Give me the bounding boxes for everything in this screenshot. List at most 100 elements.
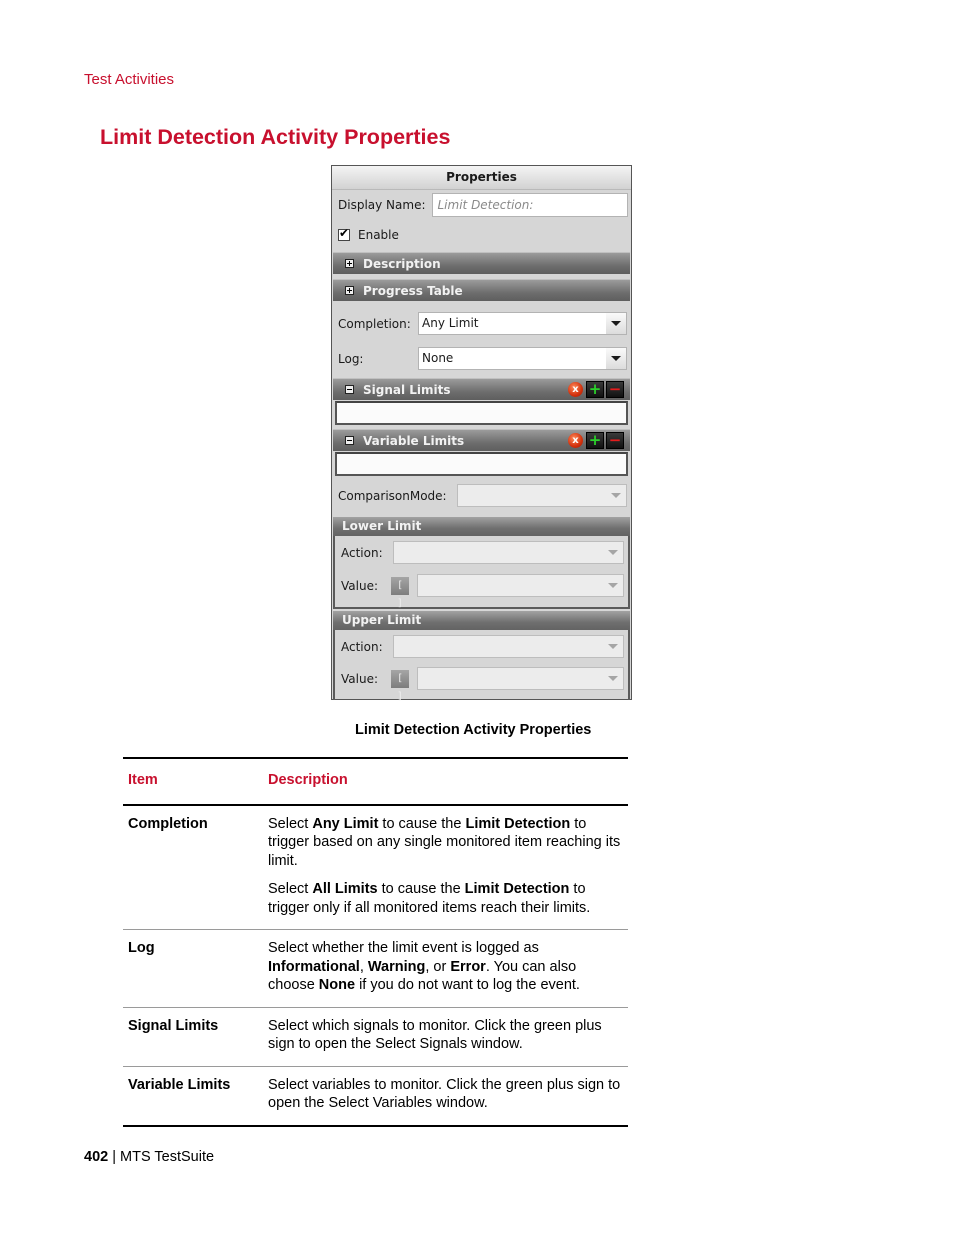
progress-table-section-label: Progress Table — [363, 283, 463, 298]
emphasized-term: All Limits — [312, 881, 378, 897]
lower-action-row: Action: — [341, 541, 624, 564]
emphasized-term: Limit Detection — [465, 815, 571, 832]
completion-value: Any Limit — [422, 316, 479, 330]
delete-icon[interactable]: x — [568, 382, 583, 397]
upper-value-row: Value: [ ] — [341, 667, 624, 702]
comparison-mode-select[interactable] — [457, 484, 627, 507]
row-description: Select variables to monitor. Click the g… — [263, 1066, 628, 1127]
log-select[interactable]: None — [418, 347, 627, 370]
expand-icon[interactable] — [345, 259, 354, 268]
expand-icon[interactable] — [345, 286, 354, 295]
upper-action-select[interactable] — [393, 635, 624, 658]
remove-signal-button[interactable]: − — [606, 381, 624, 398]
upper-action-label: Action: — [341, 639, 383, 654]
panel-header: Properties — [332, 166, 631, 190]
variable-limits-list[interactable] — [335, 452, 628, 476]
chevron-down-icon[interactable] — [606, 313, 626, 334]
add-variable-button[interactable]: + — [586, 432, 604, 449]
description-text: , — [359, 958, 368, 975]
emphasized-term: Informational — [268, 958, 360, 975]
lower-value-label: Value: — [341, 578, 378, 593]
completion-select[interactable]: Any Limit — [418, 312, 627, 335]
log-row: Log: None — [338, 347, 627, 370]
table-row: Log Select whether the limit event is log… — [123, 929, 628, 1008]
description-paragraph: Select which signals to monitor. Click t… — [268, 1017, 623, 1054]
completion-label: Completion: — [338, 316, 411, 331]
lower-value-row: Value: [ ] — [341, 574, 624, 609]
emphasized-term: Warning — [367, 958, 426, 975]
description-section-label: Description — [363, 256, 441, 271]
column-header-description: Description — [263, 757, 628, 806]
page-number: 402 — [84, 1149, 109, 1165]
add-signal-button[interactable]: + — [586, 381, 604, 398]
emphasized-term: Any Limit — [312, 815, 379, 832]
enable-checkbox[interactable] — [338, 226, 350, 241]
table-body: Completion Select Any Limit to cause the … — [123, 804, 628, 1127]
chevron-down-icon[interactable] — [603, 575, 623, 596]
row-item: Log — [123, 929, 263, 1008]
section-title: Limit Detection Activity Properties — [100, 125, 451, 149]
collapse-icon[interactable] — [345, 385, 354, 394]
chevron-down-icon[interactable] — [603, 542, 623, 563]
description-section-header[interactable]: Description — [333, 252, 630, 274]
row-description: Select which signals to monitor. Click t… — [263, 1007, 628, 1067]
chevron-down-icon[interactable] — [603, 636, 623, 657]
log-label: Log: — [338, 351, 364, 366]
emphasized-term: Error — [450, 958, 486, 975]
remove-variable-button[interactable]: − — [606, 432, 624, 449]
description-text: if you do not want to log the event. — [355, 977, 580, 993]
upper-action-row: Action: — [341, 635, 624, 658]
description-text: to cause the — [377, 881, 465, 897]
variable-selector-icon[interactable]: [ ] — [391, 669, 409, 702]
upper-limit-header: Upper Limit — [333, 611, 630, 630]
description-text: to cause the — [378, 815, 466, 832]
comparison-mode-label: ComparisonMode: — [338, 488, 447, 503]
row-item: Signal Limits — [123, 1007, 263, 1067]
lower-limit-header: Lower Limit — [333, 517, 630, 536]
table-row: Signal Limits Select which signals to mon… — [123, 1007, 628, 1067]
description-paragraph: Select variables to monitor. Click the g… — [268, 1076, 623, 1113]
collapse-icon[interactable] — [345, 436, 354, 445]
column-header-item: Item — [123, 757, 263, 806]
properties-panel: Properties Display Name: Limit Detection… — [331, 165, 632, 702]
row-item: Variable Limits — [123, 1066, 263, 1127]
enable-row: Enable — [338, 226, 631, 242]
signal-limits-list[interactable] — [335, 401, 628, 425]
variable-selector-icon[interactable]: [ ] — [391, 576, 409, 609]
lower-value-select[interactable] — [417, 574, 624, 597]
lower-action-label: Action: — [341, 545, 383, 560]
row-item: Completion — [123, 804, 263, 930]
footer-separator: | — [108, 1149, 121, 1165]
completion-row: Completion: Any Limit — [338, 312, 627, 335]
progress-table-section-header[interactable]: Progress Table — [333, 279, 630, 301]
chevron-down-icon[interactable] — [603, 668, 623, 689]
item-description-table: Item Description Completion Select Any Li… — [123, 757, 628, 1127]
variable-limits-section-header[interactable]: Variable Limits x + − — [333, 429, 630, 451]
variable-limits-section-label: Variable Limits — [363, 433, 465, 448]
running-head: Test Activities — [84, 71, 175, 88]
row-description: Select Any Limit to cause the Limit Dete… — [263, 804, 628, 930]
row-description: Select whether the limit event is logged… — [263, 929, 628, 1008]
log-value: None — [422, 351, 454, 365]
display-name-row: Display Name: Limit Detection: — [338, 193, 628, 217]
description-paragraph: Select Any Limit to cause the Limit Dete… — [268, 815, 623, 871]
chevron-down-icon[interactable] — [606, 348, 626, 369]
table-row: Completion Select Any Limit to cause the … — [123, 804, 628, 930]
signal-limits-section-label: Signal Limits — [363, 382, 451, 397]
lower-action-select[interactable] — [393, 541, 624, 564]
chevron-down-icon[interactable] — [606, 485, 626, 506]
delete-icon[interactable]: x — [568, 433, 583, 448]
description-text: Select variables to monitor. Click the g… — [268, 1076, 621, 1112]
figure-caption: Limit Detection Activity Properties — [355, 722, 592, 738]
description-paragraph: Select whether the limit event is logged… — [268, 939, 623, 995]
table-header-row: Item Description — [123, 757, 628, 806]
display-name-input[interactable]: Limit Detection: — [431, 193, 628, 217]
emphasized-term: Limit Detection — [464, 881, 570, 897]
upper-limit-group: Action: Value: [ ] — [333, 630, 630, 702]
description-paragraph: Select All Limits to cause the Limit Det… — [268, 880, 623, 917]
signal-limits-section-header[interactable]: Signal Limits x + − — [333, 378, 630, 400]
upper-value-label: Value: — [341, 671, 378, 686]
upper-value-select[interactable] — [417, 667, 624, 690]
product-name: MTS TestSuite — [120, 1149, 215, 1165]
display-name-label: Display Name: — [338, 198, 426, 212]
